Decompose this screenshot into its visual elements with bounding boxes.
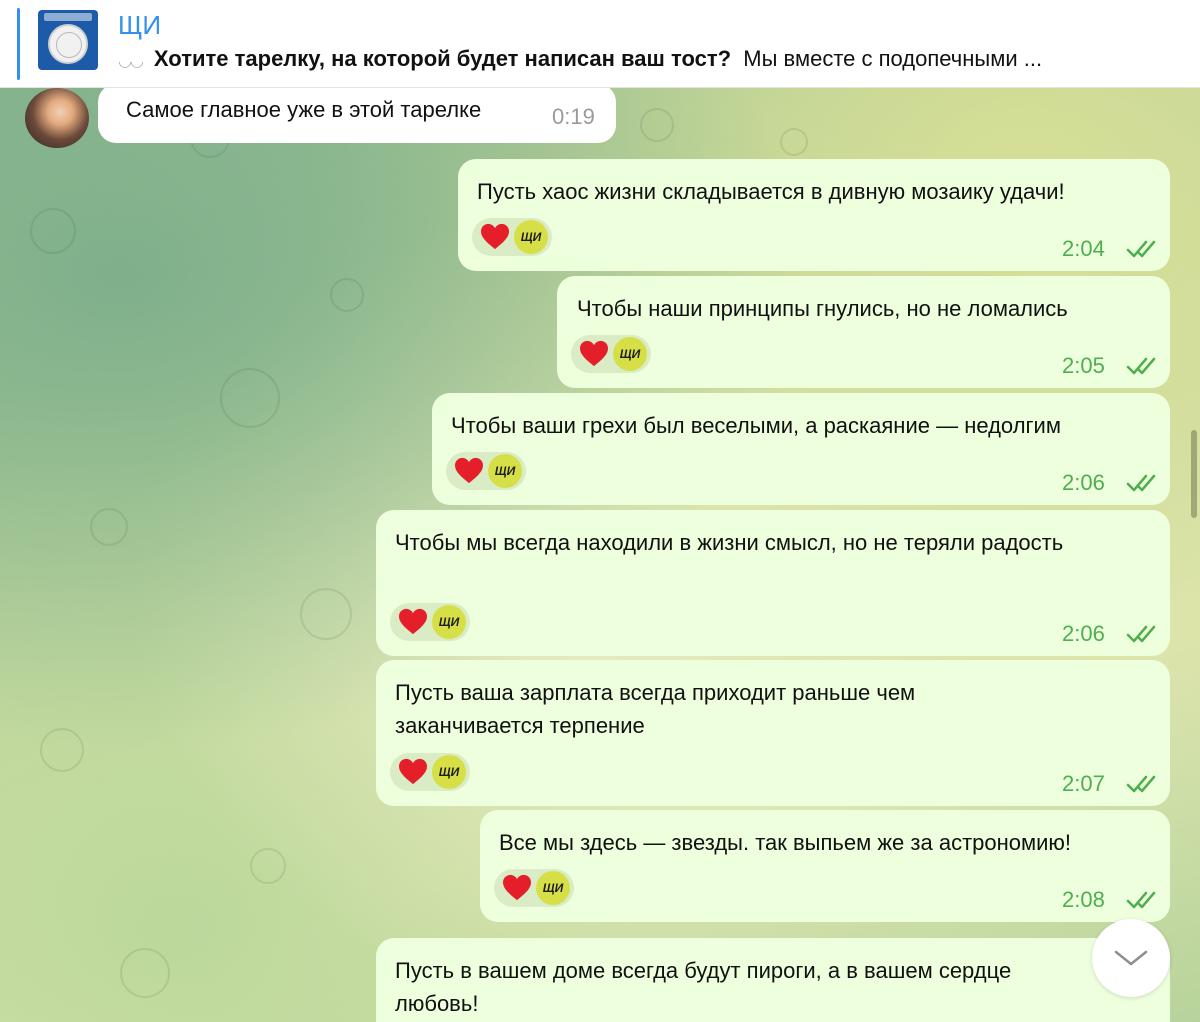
double-check-icon — [1126, 891, 1156, 909]
heart-icon — [455, 457, 483, 484]
chevron-down-icon — [1114, 950, 1148, 966]
double-check-icon — [1126, 775, 1156, 793]
thumbnail-caption — [44, 13, 92, 21]
incoming-message[interactable]: Самое главное уже в этой тарелке 0:19 — [98, 88, 616, 143]
message-text: Пусть ваша зарплата всегда приходит рань… — [395, 680, 916, 738]
sender-avatar[interactable] — [25, 88, 89, 148]
heart-icon — [503, 874, 531, 901]
message-time: 2:06 — [1062, 470, 1105, 495]
message-time: 2:07 — [1062, 771, 1105, 796]
reaction-chip[interactable]: ЩИ — [446, 452, 526, 490]
outgoing-message[interactable]: Чтобы мы всегда находили в жизни смысл, … — [376, 510, 1170, 656]
eyes-emoji-icon: ◡◡ — [118, 53, 144, 70]
outgoing-message[interactable]: Все мы здесь — звезды. так выпьем же за … — [480, 810, 1170, 922]
pinned-text: ◡◡ Хотите тарелку, на которой будет напис… — [118, 46, 1188, 72]
scroll-to-bottom-button[interactable] — [1092, 919, 1170, 997]
scrollbar[interactable] — [1188, 88, 1200, 1022]
outgoing-message[interactable]: Пусть хаос жизни складывается в дивную м… — [458, 159, 1170, 271]
double-check-icon — [1126, 474, 1156, 492]
message-text: Самое главное уже в этой тарелке — [126, 97, 482, 122]
reactor-avatar: ЩИ — [514, 220, 548, 254]
message-text: Пусть хаос жизни складывается в дивную м… — [477, 179, 1065, 204]
message-text: Чтобы ваши грехи был веселыми, а раскаян… — [451, 413, 1061, 438]
pinned-thumbnail — [38, 10, 98, 70]
heart-icon — [580, 340, 608, 367]
message-text: Пусть в вашем доме всегда будут пироги, … — [395, 958, 1012, 1016]
reactor-avatar: ЩИ — [488, 454, 522, 488]
double-check-icon — [1126, 357, 1156, 375]
double-check-icon — [1126, 240, 1156, 258]
scrollbar-thumb[interactable] — [1191, 430, 1197, 518]
chat-area[interactable]: Самое главное уже в этой тарелке 0:19 Пу… — [0, 88, 1200, 1022]
message-time: 2:04 — [1062, 236, 1105, 261]
message-time: 2:05 — [1062, 353, 1105, 378]
outgoing-message[interactable]: Пусть в вашем доме всегда будут пироги, … — [376, 938, 1170, 1022]
pinned-message-bar[interactable]: ЩИ ◡◡ Хотите тарелку, на которой будет на… — [0, 0, 1200, 88]
message-text: Чтобы наши принципы гнулись, но не ломал… — [577, 296, 1068, 321]
reaction-chip[interactable]: ЩИ — [390, 753, 470, 791]
plate-image — [48, 24, 88, 64]
reactor-avatar: ЩИ — [432, 755, 466, 789]
message-time: 0:19 — [552, 104, 595, 129]
pinned-lead: Хотите тарелку, на которой будет написан… — [153, 46, 732, 71]
message-text: Все мы здесь — звезды. так выпьем же за … — [499, 830, 1072, 855]
message-time: 2:06 — [1062, 621, 1105, 646]
reactor-avatar: ЩИ — [536, 871, 570, 905]
reaction-chip[interactable]: ЩИ — [494, 869, 574, 907]
heart-icon — [399, 758, 427, 785]
outgoing-message[interactable]: Чтобы ваши грехи был веселыми, а раскаян… — [432, 393, 1170, 505]
outgoing-message[interactable]: Чтобы наши принципы гнулись, но не ломал… — [557, 276, 1170, 388]
pinned-rest: Мы вместе с подопечными ... — [743, 46, 1043, 71]
heart-icon — [399, 608, 427, 635]
reaction-chip[interactable]: ЩИ — [571, 335, 651, 373]
reaction-chip[interactable]: ЩИ — [390, 603, 470, 641]
reactor-avatar: ЩИ — [432, 605, 466, 639]
outgoing-message[interactable]: Пусть ваша зарплата всегда приходит рань… — [376, 660, 1170, 806]
pinned-accent-bar — [17, 8, 20, 80]
message-time: 2:08 — [1062, 887, 1105, 912]
double-check-icon — [1126, 625, 1156, 643]
heart-icon — [481, 223, 509, 250]
reaction-chip[interactable]: ЩИ — [472, 218, 552, 256]
pinned-title: ЩИ — [118, 10, 162, 40]
message-text: Чтобы мы всегда находили в жизни смысл, … — [395, 530, 1064, 555]
reactor-avatar: ЩИ — [613, 337, 647, 371]
